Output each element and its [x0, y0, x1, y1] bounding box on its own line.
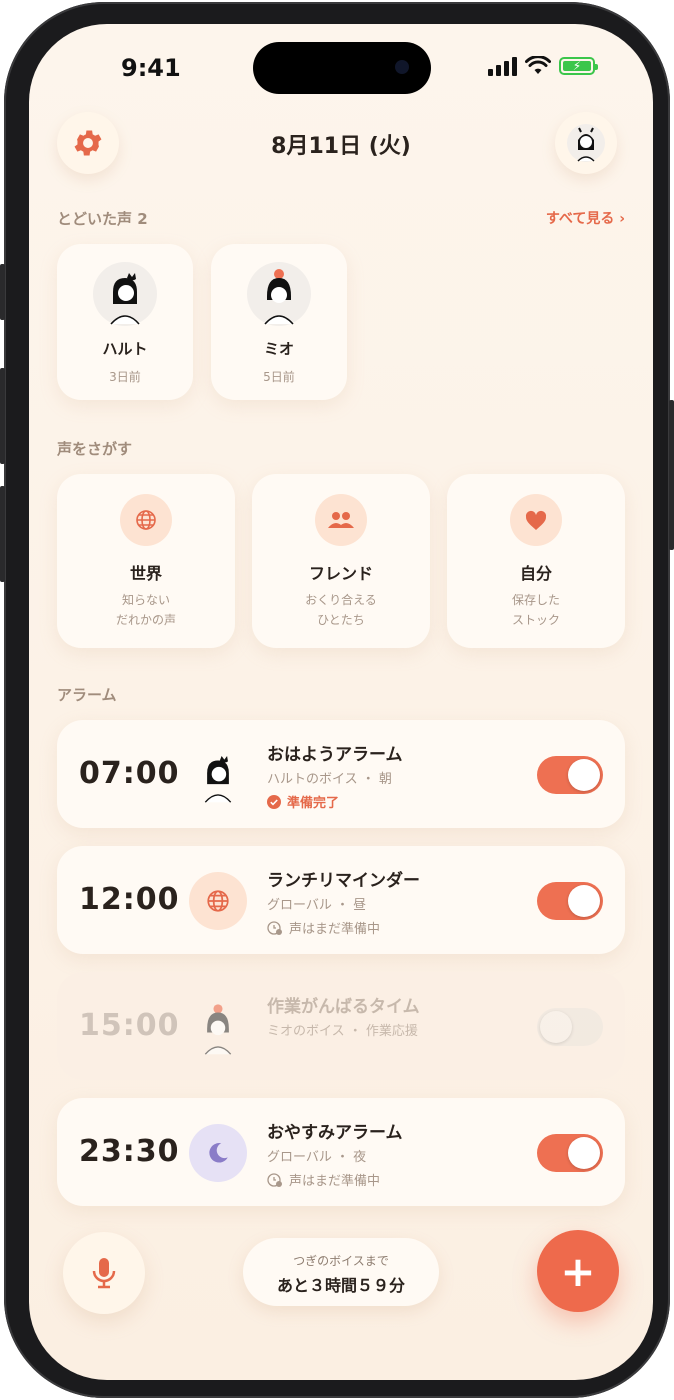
voice-name: ミオ: [263, 340, 294, 358]
received-section-title: とどいた声 2: [57, 210, 148, 228]
clock-pending-icon: [267, 920, 282, 935]
alarm-time: 12:00: [79, 882, 180, 917]
alarm-voice-avatar: [189, 998, 247, 1056]
add-alarm-button[interactable]: +: [537, 1230, 619, 1312]
person-with-bun-icon: [204, 1004, 232, 1055]
alarm-toggle[interactable]: [537, 1008, 603, 1046]
alarm-row[interactable]: 15:00 作業がんばるタイム ミオのボイス ・ 作業応援: [57, 972, 625, 1080]
alarm-section-title: アラーム: [57, 686, 117, 704]
person-with-bun-icon: [264, 269, 294, 325]
moon-icon: [189, 1124, 247, 1182]
clock-pending-icon: [267, 1172, 282, 1187]
explore-card-title: 自分: [519, 564, 552, 583]
voice-card-mio[interactable]: ミオ 5日前: [211, 244, 347, 400]
status-time: 9:41: [121, 54, 181, 82]
alarm-subtitle: ミオのボイス ・ 作業応援: [267, 1024, 418, 1039]
voice-time-ago: 3日前: [109, 370, 141, 384]
alarm-label: おはようアラーム: [267, 745, 403, 765]
alarm-status: 声はまだ準備中: [267, 918, 380, 937]
person-with-cat-icon: [204, 755, 232, 803]
alarm-row[interactable]: 23:30 おやすみアラーム グローバル ・ 夜 声はまだ準備中: [57, 1098, 625, 1206]
alarm-subtitle: グローバル ・ 昼: [267, 898, 367, 913]
friends-icon: [315, 494, 367, 546]
explore-card-world[interactable]: 世界 知らない だれかの声: [57, 474, 235, 648]
explore-card-desc: おくり合える ひとたち: [305, 593, 377, 627]
cellular-signal-icon: [488, 56, 517, 76]
explore-card-title: 世界: [129, 564, 162, 583]
battery-charging-icon: ⚡: [559, 57, 598, 75]
dynamic-island: [253, 42, 431, 94]
globe-icon: [120, 494, 172, 546]
explore-section-title: 声をさがす: [57, 440, 133, 458]
alarm-voice-avatar: [189, 746, 247, 804]
alarm-row[interactable]: 12:00 ランチリマインダー グローバル ・ 昼 声はまだ準備中: [57, 846, 625, 954]
explore-card-friends[interactable]: フレンド おくり合える ひとたち: [252, 474, 430, 648]
status-icons: ⚡: [488, 56, 598, 76]
alarm-subtitle: グローバル ・ 夜: [267, 1150, 367, 1165]
avatar: [93, 262, 157, 326]
alarm-toggle[interactable]: [537, 882, 603, 920]
alarm-subtitle: ハルトのボイス ・ 朝: [267, 772, 392, 787]
explore-card-title: フレンド: [308, 564, 373, 583]
voice-name: ハルト: [102, 340, 148, 358]
profile-avatar-button[interactable]: [555, 112, 617, 174]
alarm-row[interactable]: 07:00 おはようアラーム ハルトのボイス ・ 朝 準備完了: [57, 720, 625, 828]
wifi-icon: [525, 56, 551, 74]
record-voice-button[interactable]: [63, 1232, 145, 1314]
alarm-toggle[interactable]: [537, 756, 603, 794]
avatar-icon: [567, 124, 605, 162]
alarm-label: 作業がんばるタイム: [267, 997, 420, 1017]
alarm-status: 声はまだ準備中: [267, 1170, 380, 1189]
person-with-cat-icon: [110, 273, 140, 325]
alarm-status: 準備完了: [267, 792, 339, 811]
phone-frame: 9:41 ⚡ 8月11日 (火) とどいた声 2 すべて見る › ハルト 3日前…: [0, 2, 674, 1398]
alarm-label: ランチリマインダー: [267, 871, 420, 891]
globe-icon: [189, 872, 247, 930]
alarm-time: 23:30: [79, 1134, 180, 1169]
check-circle-icon: [267, 794, 281, 809]
alarm-time: 07:00: [79, 756, 180, 791]
alarm-label: おやすみアラーム: [267, 1123, 403, 1143]
explore-card-desc: 保存した ストック: [511, 593, 560, 627]
alarm-toggle[interactable]: [537, 1134, 603, 1172]
voice-card-haruto[interactable]: ハルト 3日前: [57, 244, 193, 400]
screen: 9:41 ⚡ 8月11日 (火) とどいた声 2 すべて見る › ハルト 3日前…: [29, 24, 653, 1380]
countdown-value: あと３時間５９分: [276, 1276, 405, 1295]
next-voice-countdown: つぎのボイスまで あと３時間５９分: [243, 1238, 439, 1306]
avatar: [247, 262, 311, 326]
voice-time-ago: 5日前: [263, 370, 295, 384]
heart-icon: [510, 494, 562, 546]
alarm-time: 15:00: [79, 1008, 180, 1043]
microphone-icon: [92, 1258, 116, 1289]
countdown-caption: つぎのボイスまで: [293, 1254, 389, 1268]
see-all-link[interactable]: すべて見る ›: [546, 208, 625, 228]
explore-card-self[interactable]: 自分 保存した ストック: [447, 474, 625, 648]
explore-card-desc: 知らない だれかの声: [115, 593, 176, 627]
